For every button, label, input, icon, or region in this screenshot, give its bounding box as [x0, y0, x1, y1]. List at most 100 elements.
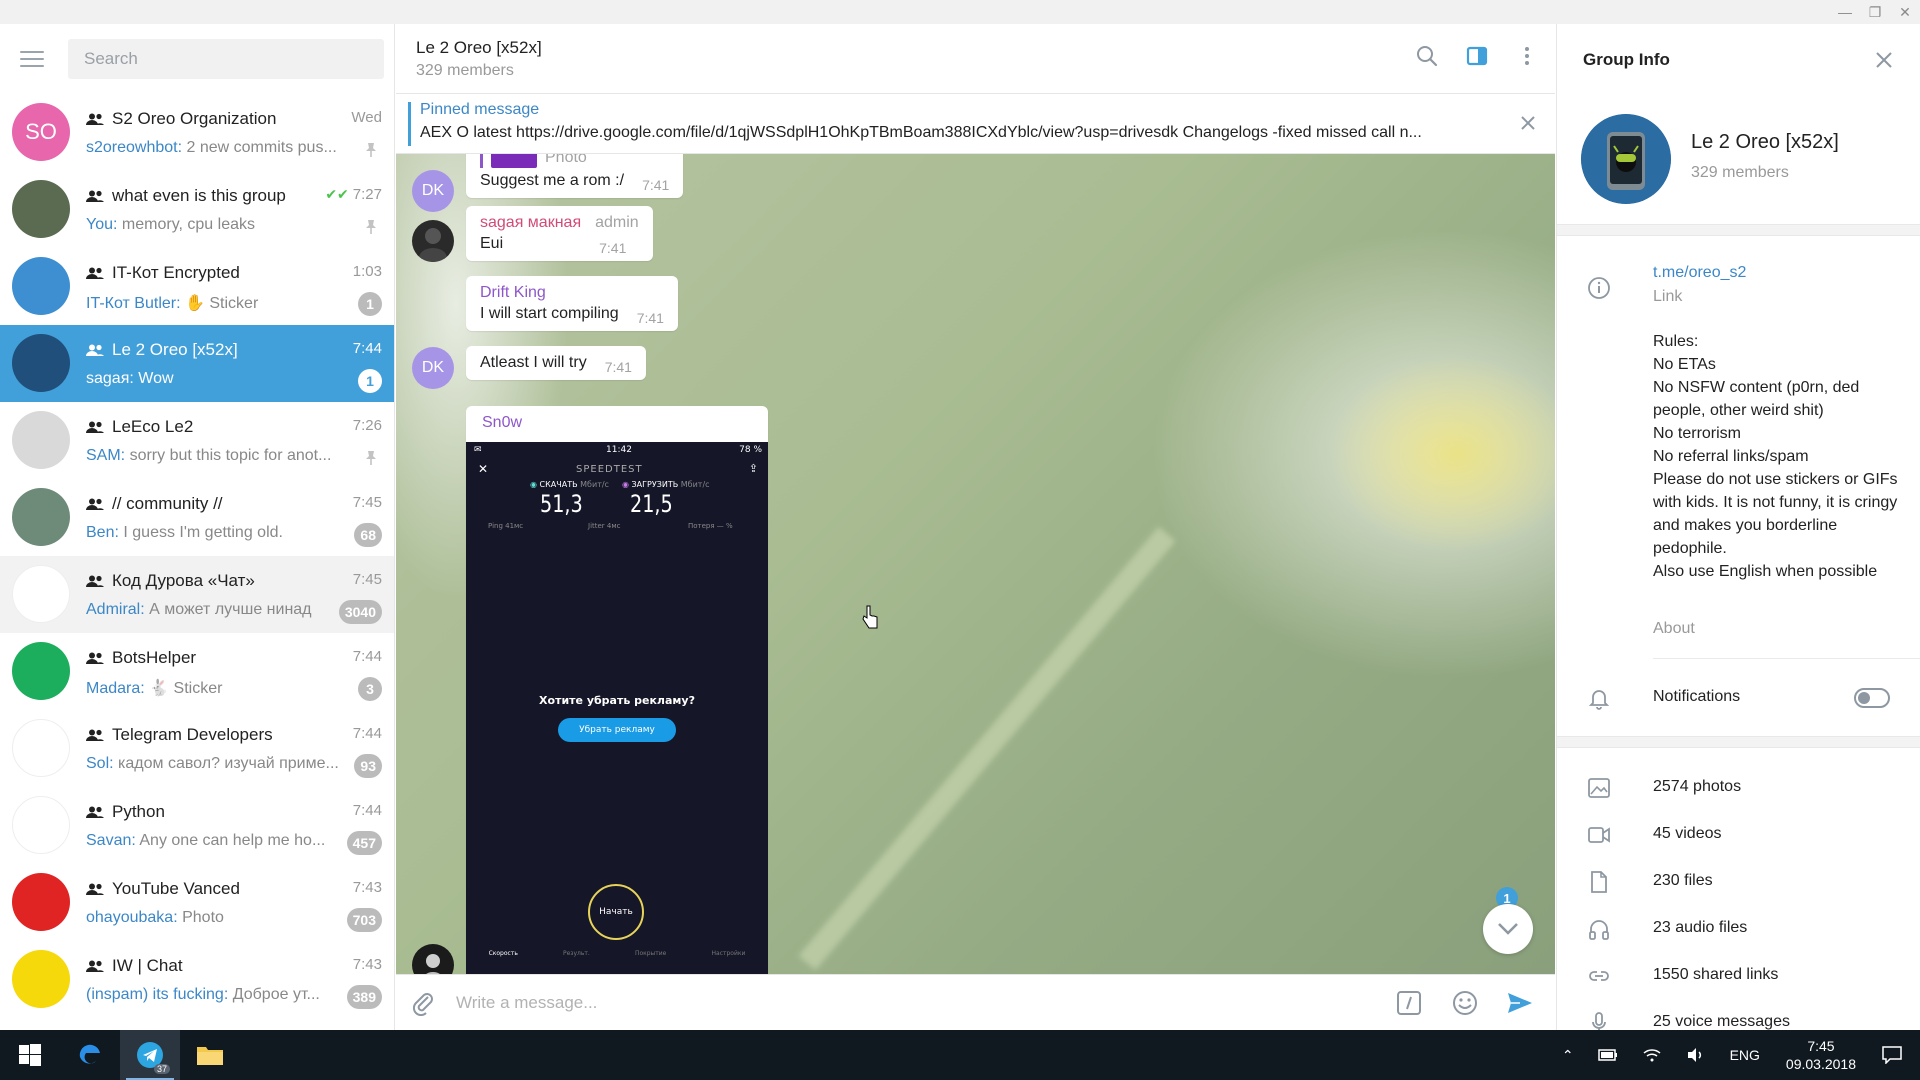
chat-list-item[interactable]: what even is this group ✔✔ 7:27 You: memory…	[0, 171, 394, 248]
avatar[interactable]	[412, 220, 454, 262]
chat-time: Wed	[351, 109, 382, 126]
preview-sender: IT-Кот Butler:	[86, 295, 181, 312]
section-divider	[1557, 224, 1920, 236]
double-check-icon: ✔✔	[325, 186, 349, 202]
search-input[interactable]	[68, 39, 384, 79]
chat-time: 7:43	[352, 956, 382, 973]
start-test-button: Начать	[588, 884, 644, 940]
about-label: About	[1653, 620, 1695, 637]
chat-avatar	[12, 565, 70, 623]
message-author[interactable]: Drift King	[480, 284, 664, 302]
hamburger-menu-icon[interactable]	[20, 51, 44, 67]
bell-icon	[1588, 690, 1610, 710]
reply-accent-bar	[480, 154, 483, 168]
preview-sender: Madara:	[86, 680, 145, 697]
remove-ads-question: Хотите убрать рекламу?	[539, 694, 695, 707]
unread-badge: 1	[358, 369, 382, 393]
scroll-to-bottom-button[interactable]	[1483, 904, 1533, 954]
clock[interactable]: 7:45 09.03.2018	[1786, 1037, 1856, 1073]
phone-battery: 78 %	[739, 445, 762, 455]
chat-list-item[interactable]: Python 7:44 Savan: Any one can help me ho.…	[0, 787, 394, 864]
message-history[interactable]: DK Photo Suggest me a rom :/ 7:41 sagaя м…	[396, 154, 1555, 974]
rules-line: Please do not use stickers or GIFs with …	[1653, 471, 1898, 557]
shared-media-row[interactable]: 23 audio files	[1557, 909, 1920, 949]
minimize-button[interactable]: —	[1830, 0, 1860, 24]
chat-list-item[interactable]: // community //7:45 Ben: I guess I'm gett…	[0, 479, 394, 556]
bot-commands-icon[interactable]	[1396, 990, 1422, 1016]
chat-list-item[interactable]: LeEco Le2 7:26 SAM: sorry but this topic f…	[0, 402, 394, 479]
preview-sender: SAM:	[86, 447, 126, 464]
chat-list-item[interactable]: IT-Кот Encrypted 1:03 IT-Кот Butler: ✋ Sti…	[0, 248, 394, 325]
chat-avatar	[12, 411, 70, 469]
notifications-toggle[interactable]	[1854, 688, 1890, 708]
chat-time: 7:44	[352, 648, 382, 665]
chat-list-item[interactable]: IW | Chat 7:43 (inspam) its fucking: Добро…	[0, 941, 394, 1018]
close-pinned-icon[interactable]	[1517, 112, 1539, 134]
pinned-message-bar[interactable]: Pinned message AEX O latest https://driv…	[396, 94, 1555, 154]
avatar[interactable]: DK	[412, 347, 454, 389]
more-options-icon[interactable]	[1515, 44, 1539, 68]
file-explorer-taskbar-button[interactable]	[180, 1030, 240, 1080]
shared-media-row[interactable]: 2574 photos	[1557, 768, 1920, 808]
shared-media-row[interactable]: 230 files	[1557, 862, 1920, 902]
windows-logo-icon	[19, 1044, 41, 1066]
chat-time: 7:26	[352, 417, 382, 434]
video-icon	[1588, 827, 1610, 843]
chat-list-item[interactable]: YouTube Vanced 7:43 ohayoubaka: Photo 703	[0, 864, 394, 941]
chat-list-item[interactable]: Код Дурова «Чат» 7:45 Admiral: А может луч…	[0, 556, 394, 633]
chat-avatar	[12, 257, 70, 315]
chat-avatar: SO	[12, 103, 70, 161]
message-author[interactable]: Sn0w	[482, 414, 522, 432]
attach-icon[interactable]	[410, 990, 436, 1016]
photo-message[interactable]: Sn0w ✉ 11:42 78 % ✕ SPEEDTEST ⇪ ◉ СКАЧАТ…	[466, 406, 768, 974]
action-center-icon[interactable]	[1882, 1046, 1902, 1064]
shared-media-label: 230 files	[1653, 872, 1713, 889]
wifi-icon[interactable]	[1642, 1047, 1662, 1063]
show-hidden-icons-chevron-up-icon[interactable]: ⌃	[1562, 1047, 1574, 1064]
group-members-count: 329 members	[1691, 164, 1789, 181]
window-controls: — ❐ ✕	[1830, 0, 1920, 24]
start-button[interactable]	[0, 1030, 60, 1080]
group-info-panel: Group Info Le 2 Oreo [x52x] 329 members …	[1556, 24, 1920, 1030]
close-icon[interactable]	[1874, 50, 1894, 70]
avatar[interactable]: DK	[412, 170, 454, 212]
message-bubble[interactable]: sagaя макная admin Eui 7:41	[466, 206, 653, 261]
message-bubble[interactable]: Photo Suggest me a rom :/ 7:41	[466, 154, 684, 198]
chat-list-item[interactable]: BotsHelper 7:44 Madara: 🐇 Sticker 3	[0, 633, 394, 710]
info-icon	[1588, 277, 1610, 299]
group-icon	[86, 960, 104, 972]
chat-header[interactable]: Le 2 Oreo [x52x] 329 members	[396, 24, 1555, 94]
group-name: Le 2 Oreo [x52x]	[1691, 131, 1839, 153]
message-bubble[interactable]: Atleast I will try 7:41	[466, 346, 646, 380]
speedtest-screenshot[interactable]: ✉ 11:42 78 % ✕ SPEEDTEST ⇪ ◉ СКАЧАТЬ Мби…	[466, 442, 768, 974]
emoji-icon[interactable]	[1452, 990, 1478, 1016]
message-author[interactable]: sagaя макная	[480, 214, 581, 231]
clock-time: 7:45	[1807, 1038, 1835, 1054]
volume-icon[interactable]	[1686, 1047, 1706, 1063]
pinned-accent-bar	[408, 102, 411, 146]
chat-list-item[interactable]: Le 2 Oreo [x52x] 7:44 sagaя: Wow 1	[0, 325, 394, 402]
chat-list-item[interactable]: Telegram Developers 7:44 Sol: кадом савол?…	[0, 710, 394, 787]
input-language[interactable]: ENG	[1730, 1047, 1760, 1063]
reply-preview[interactable]: Photo	[480, 154, 669, 168]
section-divider	[1557, 736, 1920, 748]
shared-media-row[interactable]: 45 videos	[1557, 815, 1920, 855]
edge-taskbar-button[interactable]	[60, 1030, 120, 1080]
close-window-button[interactable]: ✕	[1890, 0, 1920, 24]
chat-list-item[interactable]: SO S2 Oreo Organization Wed s2oreowhbot: 2 …	[0, 94, 394, 171]
battery-icon[interactable]	[1597, 1049, 1618, 1061]
avatar[interactable]	[412, 944, 454, 974]
chat-avatar	[12, 488, 70, 546]
message-bubble[interactable]: Drift King I will start compiling 7:41	[466, 276, 678, 331]
maximize-button[interactable]: ❐	[1860, 0, 1890, 24]
group-link[interactable]: t.me/oreo_s2	[1653, 264, 1746, 282]
sidebar-toggle-icon[interactable]	[1465, 44, 1489, 68]
search-icon[interactable]	[1415, 44, 1439, 68]
shared-media-row[interactable]: 1550 shared links	[1557, 956, 1920, 996]
telegram-taskbar-button[interactable]: 37	[120, 1030, 180, 1080]
send-icon[interactable]	[1506, 989, 1534, 1017]
preview-text: Any one can help me ho...	[139, 832, 326, 849]
message-input[interactable]	[456, 983, 1356, 1023]
shared-media-row[interactable]: 25 voice messages	[1557, 1003, 1920, 1030]
group-avatar[interactable]	[1581, 114, 1671, 204]
